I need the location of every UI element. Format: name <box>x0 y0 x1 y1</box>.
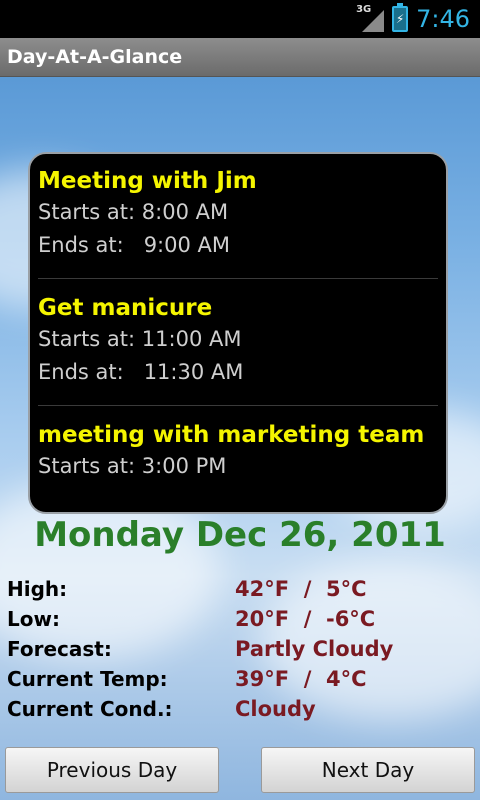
weather-current-cond-label: Current Cond.: <box>7 697 173 721</box>
weather-current-cond-value: Cloudy <box>235 697 316 721</box>
battery-charging-icon: ⚡ <box>392 3 409 32</box>
weather-forecast-label: Forecast: <box>7 637 112 661</box>
event-divider <box>38 278 438 279</box>
weather-row-current-temp: Current Temp: 39°F / 4°C <box>7 664 477 694</box>
weather-high-label: High: <box>7 577 68 601</box>
event-item[interactable]: Get manicure Starts at: 11:00 AM Ends at… <box>38 293 438 389</box>
status-bar: 3G ⚡ 7:46 <box>0 0 480 38</box>
event-divider <box>38 405 438 406</box>
weather-low-label: Low: <box>7 607 60 631</box>
next-day-button[interactable]: Next Day <box>261 747 475 793</box>
event-title: Meeting with Jim <box>38 168 257 194</box>
event-end: Ends at: 11:30 AM <box>38 356 438 389</box>
event-end-time: 11:30 AM <box>143 360 244 384</box>
event-start: Starts at: 3:00 PM <box>38 450 438 483</box>
weather-high-value: 42°F / 5°C <box>235 577 367 601</box>
event-end-label: Ends at: <box>38 233 124 257</box>
event-title: meeting with marketing team <box>38 422 425 448</box>
event-item[interactable]: Meeting with Jim Starts at: 8:00 AM Ends… <box>38 166 438 262</box>
event-start-label: Starts at: <box>38 454 136 478</box>
weather-forecast-value: Partly Cloudy <box>235 637 394 661</box>
weather-row-forecast: Forecast: Partly Cloudy <box>7 634 477 664</box>
event-end-label: Ends at: <box>38 360 124 384</box>
event-start-time: 8:00 AM <box>141 200 229 224</box>
weather-current-temp-label: Current Temp: <box>7 667 168 691</box>
event-start-time: 3:00 PM <box>141 454 227 478</box>
event-start-label: Starts at: <box>38 327 136 351</box>
current-date: Monday Dec 26, 2011 <box>34 515 446 555</box>
signal-icon: 3G <box>356 4 385 32</box>
event-title: Get manicure <box>38 295 213 321</box>
weather-low-value: 20°F / -6°C <box>235 607 376 631</box>
event-end: Ends at: 9:00 AM <box>38 229 438 262</box>
event-start: Starts at: 8:00 AM <box>38 196 438 229</box>
weather-row-high: High: 42°F / 5°C <box>7 574 477 604</box>
event-start-time: 11:00 AM <box>141 327 242 351</box>
events-panel[interactable]: Meeting with Jim Starts at: 8:00 AM Ends… <box>28 152 448 514</box>
event-item[interactable]: meeting with marketing team Starts at: 3… <box>38 420 438 483</box>
weather-current-temp-value: 39°F / 4°C <box>235 667 367 691</box>
app-screen: 3G ⚡ 7:46 Day-At-A-Glance Meeting with J… <box>0 0 480 800</box>
weather-panel: High: 42°F / 5°C Low: 20°F / -6°C Foreca… <box>7 574 477 724</box>
status-time: 7:46 <box>416 5 470 33</box>
event-start: Starts at: 11:00 AM <box>38 323 438 356</box>
previous-day-button[interactable]: Previous Day <box>5 747 219 793</box>
weather-row-current-cond: Current Cond.: Cloudy <box>7 694 477 724</box>
weather-row-low: Low: 20°F / -6°C <box>7 604 477 634</box>
event-start-label: Starts at: <box>38 200 136 224</box>
app-title: Day-At-A-Glance <box>7 46 183 68</box>
app-title-bar: Day-At-A-Glance <box>0 38 480 77</box>
event-end-time: 9:00 AM <box>143 233 231 257</box>
